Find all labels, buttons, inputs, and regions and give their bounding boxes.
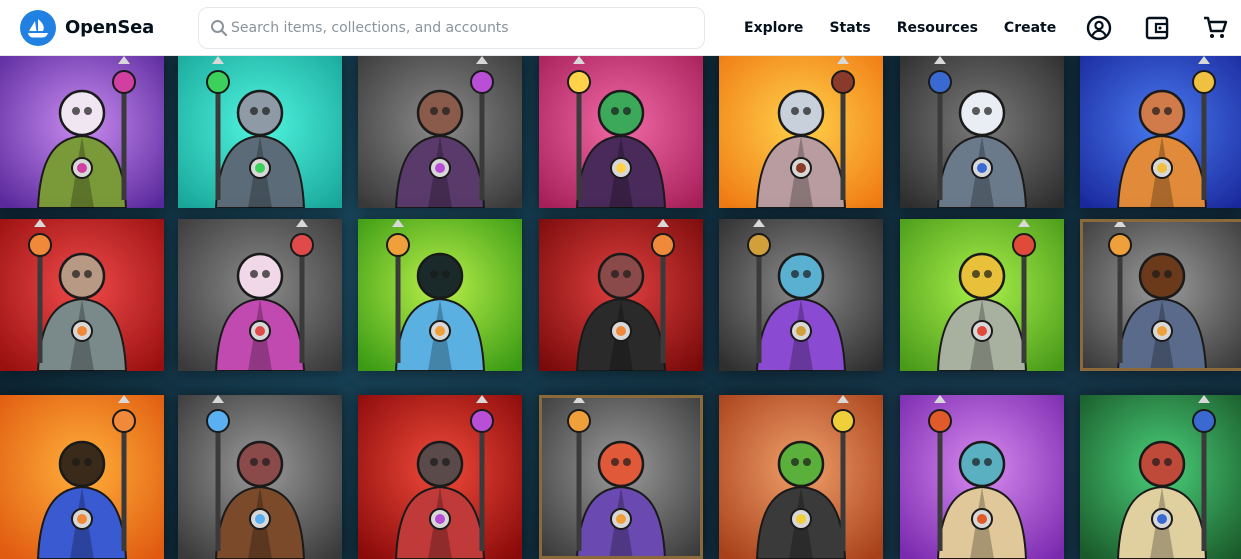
- nft-artwork: [719, 395, 883, 559]
- nft-card[interactable]: [900, 219, 1064, 371]
- nft-artwork: [719, 219, 883, 371]
- nft-artwork: [900, 395, 1064, 559]
- nft-artwork: [1080, 56, 1241, 208]
- nft-card[interactable]: [719, 56, 883, 208]
- nav-explore[interactable]: Explore: [731, 20, 816, 36]
- search-icon: [209, 18, 229, 38]
- nft-card[interactable]: [719, 219, 883, 371]
- nft-card[interactable]: [358, 395, 522, 559]
- account-icon[interactable]: [1085, 14, 1113, 42]
- wallet-icon[interactable]: [1143, 14, 1171, 42]
- nft-artwork: [719, 56, 883, 208]
- nft-card[interactable]: [0, 395, 164, 559]
- nft-card[interactable]: [900, 56, 1064, 208]
- nft-card[interactable]: [358, 56, 522, 208]
- nft-artwork: [0, 395, 164, 559]
- nft-card[interactable]: [0, 219, 164, 371]
- nft-artwork: [0, 219, 164, 371]
- search-input[interactable]: [231, 12, 691, 43]
- nft-card[interactable]: [358, 219, 522, 371]
- nft-card[interactable]: [719, 395, 883, 559]
- nav-stats[interactable]: Stats: [816, 20, 883, 36]
- brand-home-link[interactable]: OpenSea: [20, 9, 196, 46]
- nft-artwork: [358, 56, 522, 208]
- main-nav: Explore Stats Resources Create: [731, 20, 1069, 36]
- nft-card[interactable]: [539, 56, 703, 208]
- nft-artwork: [178, 56, 342, 208]
- nft-artwork: [178, 219, 342, 371]
- nft-artwork: [178, 395, 342, 559]
- brand-name: OpenSea: [65, 17, 155, 38]
- nft-artwork: [1080, 219, 1241, 371]
- nft-artwork: [900, 219, 1064, 371]
- nft-artwork: [539, 56, 703, 208]
- nft-card[interactable]: [539, 395, 703, 559]
- top-navigation-bar: OpenSea Explore Stats Resources Create: [0, 0, 1241, 56]
- nft-card[interactable]: [0, 56, 164, 208]
- nav-icon-group: [1085, 14, 1229, 42]
- nft-collection-grid: [0, 56, 1241, 559]
- nft-artwork: [0, 56, 164, 208]
- nft-artwork: [358, 219, 522, 371]
- nft-artwork: [900, 56, 1064, 208]
- nft-artwork: [539, 219, 703, 371]
- nav-resources[interactable]: Resources: [884, 20, 991, 36]
- nft-artwork: [358, 395, 522, 559]
- nft-card[interactable]: [178, 395, 342, 559]
- nft-artwork: [1080, 395, 1241, 559]
- cart-icon[interactable]: [1201, 14, 1229, 42]
- nft-card[interactable]: [1080, 219, 1241, 371]
- nft-card[interactable]: [1080, 395, 1241, 559]
- nft-card[interactable]: [178, 56, 342, 208]
- nft-card[interactable]: [539, 219, 703, 371]
- nft-card[interactable]: [178, 219, 342, 371]
- search-bar[interactable]: [198, 6, 705, 49]
- nav-create[interactable]: Create: [991, 20, 1069, 36]
- nft-card[interactable]: [1080, 56, 1241, 208]
- opensea-logo-icon: [20, 9, 56, 46]
- nft-card[interactable]: [900, 395, 1064, 559]
- nft-artwork: [539, 395, 703, 559]
